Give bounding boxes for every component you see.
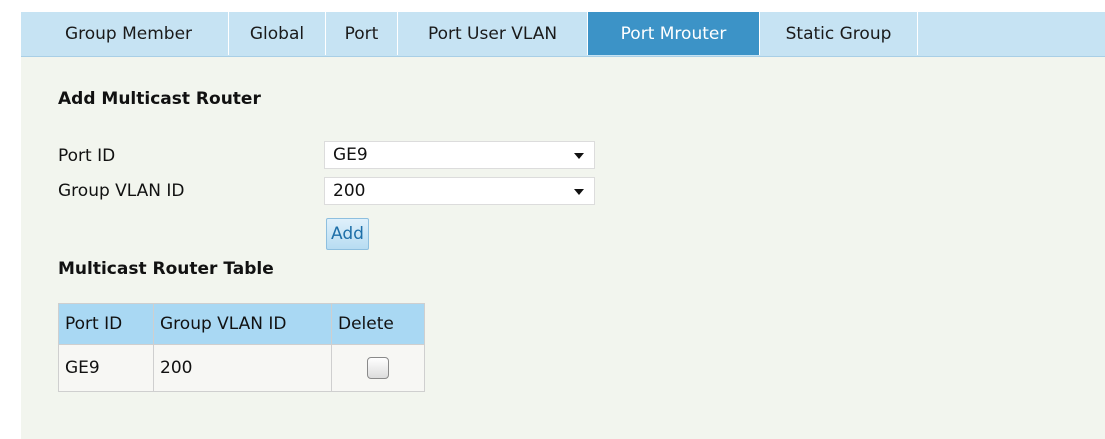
tab-static-group[interactable]: Static Group [760, 12, 918, 55]
port-id-select[interactable]: GE9 [324, 141, 595, 169]
multicast-router-table: Port ID Group VLAN ID Delete GE9 200 [58, 303, 425, 392]
tab-port[interactable]: Port [326, 12, 398, 55]
tab-bar: Group Member Global Port Port User VLAN … [21, 12, 1105, 57]
header-port-id: Port ID [58, 303, 154, 345]
header-delete: Delete [331, 303, 425, 345]
tab-global[interactable]: Global [229, 12, 326, 55]
chevron-down-icon [574, 189, 584, 195]
header-group-vlan-id: Group VLAN ID [153, 303, 332, 345]
tab-port-mrouter[interactable]: Port Mrouter [588, 12, 760, 55]
table-section-title: Multicast Router Table [58, 259, 274, 279]
tab-port-user-vlan[interactable]: Port User VLAN [398, 12, 588, 55]
cell-group-vlan-id: 200 [153, 344, 332, 392]
group-vlan-id-select[interactable]: 200 [324, 177, 595, 205]
content-panel: Group Member Global Port Port User VLAN … [21, 12, 1105, 439]
group-vlan-id-value: 200 [333, 181, 366, 201]
port-id-label: Port ID [58, 146, 116, 166]
tab-group-member[interactable]: Group Member [29, 12, 229, 55]
add-button[interactable]: Add [326, 218, 369, 250]
port-id-value: GE9 [333, 145, 368, 165]
group-vlan-id-label: Group VLAN ID [58, 181, 185, 201]
cell-delete [331, 344, 425, 392]
table-header-row: Port ID Group VLAN ID Delete [58, 303, 425, 345]
table-row: GE9 200 [58, 344, 425, 392]
tabs: Group Member Global Port Port User VLAN … [21, 12, 1105, 55]
chevron-down-icon [574, 153, 584, 159]
cell-port-id: GE9 [58, 344, 154, 392]
delete-checkbox[interactable] [367, 357, 389, 379]
add-section-title: Add Multicast Router [58, 89, 261, 109]
